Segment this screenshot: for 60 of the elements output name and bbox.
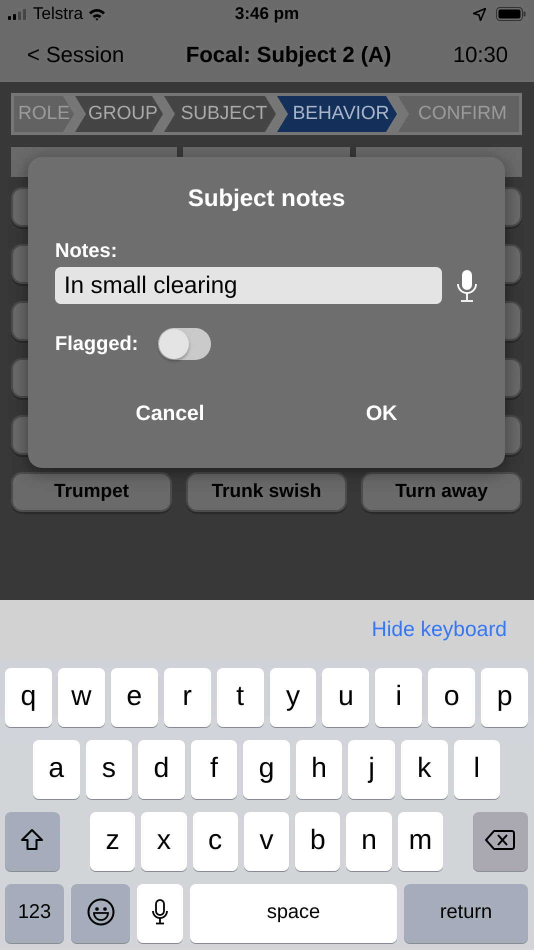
location-arrow-icon <box>473 8 486 20</box>
microphone-icon[interactable] <box>456 268 478 302</box>
key[interactable]: j <box>348 740 395 799</box>
nav-title: Focal: Subject 2 (A) <box>186 42 392 68</box>
flagged-switch[interactable] <box>158 328 212 360</box>
key[interactable]: m <box>398 812 444 871</box>
up-arrow-icon <box>20 828 44 852</box>
step-tab[interactable]: BEHAVIOR <box>277 96 397 132</box>
key[interactable]: o <box>428 668 476 727</box>
key[interactable]: u <box>322 668 370 727</box>
signal-icon <box>8 8 28 20</box>
carrier-name: Telstra <box>33 4 84 24</box>
key[interactable]: q <box>5 668 52 727</box>
key[interactable]: x <box>141 812 187 871</box>
key[interactable]: a <box>33 740 80 799</box>
behavior-button[interactable]: Trunk swish <box>186 472 347 512</box>
key[interactable]: h <box>296 740 342 799</box>
key[interactable]: r <box>164 668 211 727</box>
key[interactable]: y <box>270 668 316 727</box>
key[interactable]: g <box>243 740 290 799</box>
key[interactable]: t <box>216 668 264 727</box>
microphone-icon <box>152 899 168 925</box>
key[interactable]: n <box>346 812 392 871</box>
key[interactable]: c <box>192 812 238 871</box>
numbers-key[interactable]: 123 <box>5 884 64 943</box>
key[interactable]: k <box>400 740 448 799</box>
ok-button[interactable]: OK <box>356 398 408 430</box>
key[interactable]: w <box>58 668 105 727</box>
return-key[interactable]: return <box>404 884 528 943</box>
smiley-icon <box>86 898 114 926</box>
key[interactable]: p <box>481 668 528 727</box>
step-tab[interactable]: SUBJECT <box>164 96 276 132</box>
key[interactable]: e <box>110 668 158 727</box>
key[interactable]: b <box>295 812 340 871</box>
key[interactable]: f <box>190 740 238 799</box>
flagged-label: Flagged: <box>55 332 138 356</box>
notes-label: Notes: <box>55 240 118 263</box>
session-timer: 10:30 <box>452 42 508 68</box>
cancel-button[interactable]: Cancel <box>126 398 215 430</box>
space-key[interactable]: space <box>190 884 397 943</box>
wifi-icon <box>88 8 106 20</box>
notes-field[interactable]: In small clearing <box>55 267 442 304</box>
behavior-button[interactable]: Turn away <box>361 472 522 512</box>
key[interactable]: s <box>86 740 132 799</box>
dictation-key[interactable] <box>137 884 183 943</box>
backspace-icon <box>485 829 516 851</box>
key[interactable]: v <box>244 812 290 871</box>
shift-key[interactable] <box>5 812 60 871</box>
dialog-title: Subject notes <box>186 185 346 213</box>
back-button[interactable]: < Session <box>27 42 124 68</box>
key[interactable]: z <box>90 812 136 871</box>
step-tab[interactable]: GROUP <box>75 96 163 132</box>
emoji-key[interactable] <box>71 884 130 943</box>
battery-icon <box>496 7 526 21</box>
behavior-button[interactable]: Trumpet <box>11 472 172 512</box>
key[interactable]: d <box>138 740 185 799</box>
status-time: 3:46 pm <box>234 4 300 23</box>
delete-key[interactable] <box>473 812 528 871</box>
key[interactable]: l <box>454 740 500 799</box>
key[interactable]: i <box>375 668 422 727</box>
